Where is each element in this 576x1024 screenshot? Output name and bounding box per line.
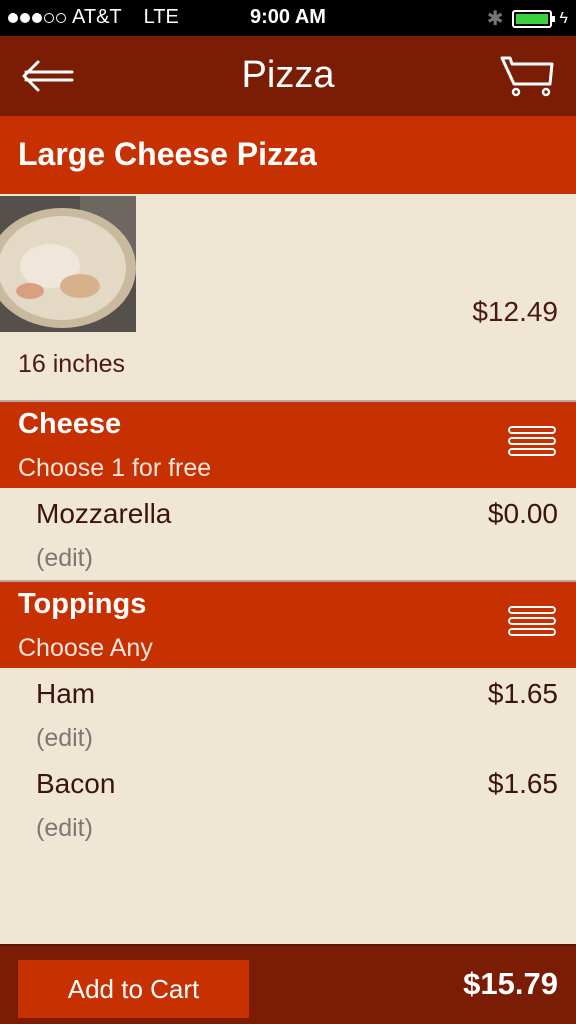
shopping-cart-icon xyxy=(500,56,554,97)
order-total: $15.79 xyxy=(463,966,558,1001)
page-title: Pizza xyxy=(241,54,335,96)
edit-link[interactable]: (edit) xyxy=(36,724,93,753)
pizza-photo xyxy=(0,196,136,332)
group-subtitle: Choose 1 for free xyxy=(18,454,212,482)
battery-icon xyxy=(511,9,555,28)
option-price: $0.00 xyxy=(487,498,558,529)
option-name: Bacon xyxy=(36,768,116,799)
option-row-bacon: Bacon $1.65 (edit) xyxy=(0,760,576,850)
option-row-mozzarella: Mozzarella $0.00 (edit) xyxy=(0,490,576,580)
option-name: Ham xyxy=(36,678,96,709)
bluetooth-icon: ✱ xyxy=(486,8,504,30)
edit-link[interactable]: (edit) xyxy=(36,544,93,573)
group-header-toppings[interactable]: Toppings Choose Any xyxy=(0,580,576,668)
charging-icon: ϟ xyxy=(559,9,568,27)
item-size: 16 inches xyxy=(18,350,126,378)
option-row-ham: Ham $1.65 (edit) xyxy=(0,670,576,760)
edit-link[interactable]: (edit) xyxy=(36,814,93,843)
option-price: $1.65 xyxy=(487,768,558,799)
group-header-cheese[interactable]: Cheese Choose 1 for free xyxy=(0,400,576,488)
status-bar: AT&T LTE 9:00 AM ✱ ϟ xyxy=(0,0,576,36)
add-to-cart-button[interactable]: Add to Cart xyxy=(18,960,249,1018)
group-title: Toppings xyxy=(18,588,147,620)
option-name: Mozzarella xyxy=(36,498,172,529)
nav-bar: Pizza xyxy=(0,36,576,116)
status-icons: ✱ ϟ xyxy=(487,6,568,31)
menu-icon[interactable] xyxy=(508,606,556,644)
cart-button[interactable] xyxy=(500,54,556,98)
item-details: $12.49 16 inches xyxy=(0,194,576,402)
menu-icon[interactable] xyxy=(508,426,556,464)
item-title: Large Cheese Pizza xyxy=(0,116,576,194)
group-subtitle: Choose Any xyxy=(18,634,153,662)
footer-bar: Add to Cart $15.79 xyxy=(0,944,576,1024)
group-title: Cheese xyxy=(18,408,122,440)
option-price: $1.65 xyxy=(487,678,558,709)
item-price: $12.49 xyxy=(472,296,558,327)
